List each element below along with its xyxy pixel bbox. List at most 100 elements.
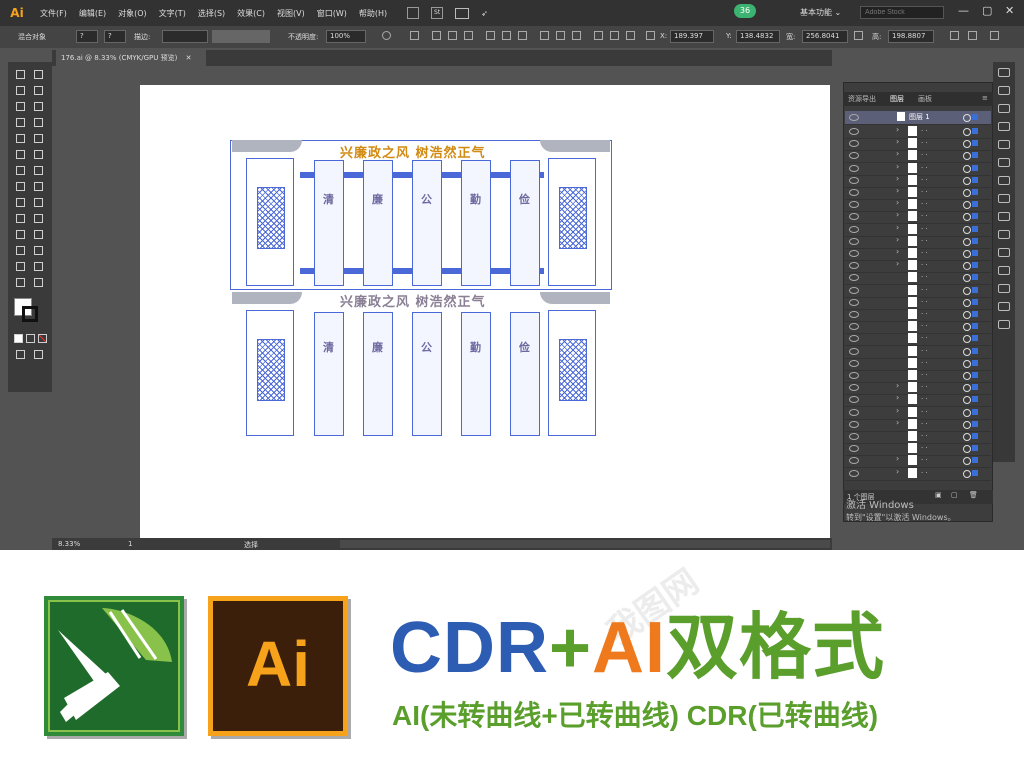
chevron-right-icon[interactable]: › — [896, 393, 899, 402]
selection-indicator[interactable] — [972, 250, 978, 256]
eye-icon[interactable] — [849, 262, 859, 270]
minimize-button[interactable]: — — [958, 4, 969, 17]
blend-tool-icon[interactable] — [34, 230, 43, 239]
gpu-rocket-icon[interactable]: ➶ — [481, 9, 488, 18]
chevron-right-icon[interactable]: › — [896, 381, 899, 390]
tab-layers[interactable]: 图层 — [890, 94, 904, 104]
draw-mode-icon[interactable] — [16, 350, 25, 359]
selection-indicator[interactable] — [972, 433, 978, 439]
isolate-group-icon[interactable] — [968, 31, 977, 40]
hand-tool-icon[interactable] — [16, 278, 25, 287]
selection-indicator[interactable] — [972, 323, 978, 330]
color-guide-icon[interactable] — [998, 86, 1010, 95]
eye-icon[interactable] — [849, 420, 859, 428]
layers-panel-icon[interactable] — [998, 248, 1010, 257]
target-icon[interactable] — [963, 262, 971, 271]
magic-wand-tool-icon[interactable] — [16, 86, 25, 95]
distribute-middle-icon[interactable] — [556, 31, 565, 40]
target-icon[interactable] — [963, 396, 971, 405]
free-transform-tool-icon[interactable] — [34, 182, 43, 191]
align-right-icon[interactable] — [464, 31, 473, 40]
eye-icon[interactable] — [849, 323, 859, 331]
sublayer-row[interactable]: › . . — [845, 467, 991, 481]
gradient-mode-icon[interactable] — [26, 334, 35, 343]
chevron-right-icon[interactable]: › — [896, 406, 899, 415]
eye-icon[interactable] — [849, 408, 859, 416]
target-icon[interactable] — [963, 213, 971, 222]
delete-layer-icon[interactable]: 🗑 — [969, 491, 978, 499]
selection-indicator[interactable] — [972, 445, 978, 452]
chevron-right-icon[interactable]: › — [896, 467, 899, 476]
swatches-icon[interactable] — [998, 104, 1010, 113]
menu-type[interactable]: 文字(T) — [159, 8, 186, 19]
selection-indicator[interactable] — [972, 164, 978, 171]
eye-icon[interactable] — [849, 189, 859, 196]
target-icon[interactable] — [963, 420, 971, 429]
selection-indicator[interactable] — [972, 359, 978, 366]
notification-badge[interactable]: 36 — [734, 4, 756, 18]
eye-icon[interactable] — [849, 286, 859, 294]
artboard-navigator[interactable]: 1 — [128, 540, 132, 548]
symbol-sprayer-tool-icon[interactable] — [16, 246, 25, 255]
selection-indicator[interactable] — [972, 457, 978, 464]
graphic-styles-icon[interactable] — [998, 230, 1010, 239]
workspace-switcher[interactable]: 基本功能 ⌄ — [800, 7, 841, 18]
width-tool-icon[interactable] — [16, 182, 25, 191]
recolor-icon[interactable] — [382, 31, 391, 40]
eye-icon[interactable] — [849, 201, 859, 209]
chevron-right-icon[interactable]: › — [896, 137, 899, 146]
target-icon[interactable] — [963, 237, 971, 246]
height-field[interactable]: 198.8807 — [888, 30, 934, 43]
align-left-icon[interactable] — [432, 31, 441, 40]
eye-icon[interactable] — [849, 176, 859, 184]
arrange-documents-icon[interactable] — [455, 7, 470, 19]
layer-row-main[interactable]: ⌄ 图层 1 — [845, 111, 991, 125]
target-icon[interactable] — [963, 176, 971, 185]
transparency-panel-icon[interactable] — [998, 194, 1010, 203]
chevron-right-icon[interactable]: › — [896, 247, 899, 256]
target-icon[interactable] — [963, 359, 971, 368]
menu-help[interactable]: 帮助(H) — [359, 8, 387, 19]
lasso-tool-icon[interactable] — [34, 86, 43, 95]
pen-tool-icon[interactable] — [16, 102, 25, 111]
variable-width-profile[interactable] — [212, 30, 270, 43]
target-icon[interactable] — [963, 274, 971, 283]
mesh-tool-icon[interactable] — [16, 214, 25, 223]
eye-icon[interactable] — [849, 114, 859, 121]
eyedropper-tool-icon[interactable] — [16, 230, 25, 239]
selection-tool-icon[interactable] — [16, 70, 25, 79]
tab-artboards[interactable]: 画板 — [918, 94, 932, 104]
transform-reference-icon[interactable] — [646, 31, 655, 40]
width-field[interactable]: 256.8041 — [802, 30, 848, 43]
eye-icon[interactable] — [849, 140, 859, 148]
target-icon[interactable] — [963, 335, 971, 344]
none-mode-icon[interactable] — [38, 334, 47, 343]
chevron-right-icon[interactable]: › — [896, 162, 899, 171]
distribute-top-icon[interactable] — [540, 31, 549, 40]
eye-icon[interactable] — [849, 237, 859, 245]
selection-indicator[interactable] — [972, 286, 978, 293]
x-field[interactable]: 189.397 — [670, 30, 714, 43]
target-icon[interactable] — [963, 384, 971, 393]
new-sublayer-icon[interactable]: ▣ — [935, 491, 942, 499]
selection-indicator[interactable] — [972, 225, 978, 232]
chevron-right-icon[interactable]: › — [896, 418, 899, 427]
eye-icon[interactable] — [849, 372, 859, 379]
eye-icon[interactable] — [849, 384, 859, 392]
color-mode-icon[interactable] — [14, 334, 23, 343]
target-icon[interactable] — [963, 250, 971, 258]
paintbrush-tool-icon[interactable] — [34, 134, 43, 143]
artboard-tool-icon[interactable] — [16, 262, 25, 271]
selection-indicator[interactable] — [972, 420, 978, 427]
menu-view[interactable]: 视图(V) — [277, 8, 305, 19]
selection-indicator[interactable] — [972, 128, 978, 134]
line-tool-icon[interactable] — [34, 118, 43, 127]
align-selection-icon[interactable] — [410, 31, 419, 40]
target-icon[interactable] — [963, 457, 971, 466]
chevron-right-icon[interactable]: › — [896, 149, 899, 158]
eye-icon[interactable] — [849, 359, 859, 367]
selection-indicator[interactable] — [972, 213, 978, 220]
selection-indicator[interactable] — [972, 152, 978, 159]
selection-indicator[interactable] — [972, 372, 978, 378]
selection-indicator[interactable] — [972, 189, 978, 195]
